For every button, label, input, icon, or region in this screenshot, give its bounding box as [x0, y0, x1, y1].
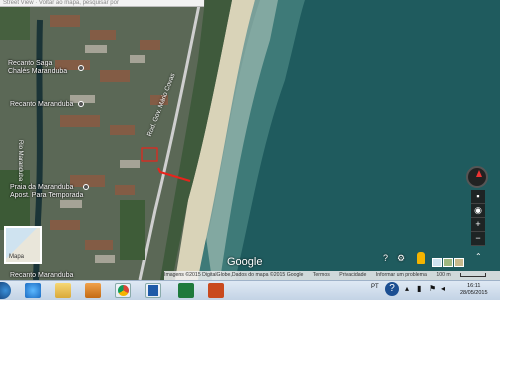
windows-taskbar: PT ? ▴ ▮ ⚑ ◂ 16:11 28/05/2015 [0, 280, 500, 300]
chrome-icon[interactable] [115, 283, 131, 298]
imagery-attribution: Imagens ©2015 DigitalGlobe,Dados do mapa… [164, 272, 304, 278]
help-tray-icon[interactable]: ? [385, 282, 399, 296]
river-label: Rio Maranduba [17, 140, 23, 182]
scale-bar [460, 272, 487, 277]
place-label[interactable]: Recanto Saga Chalés Maranduba [8, 60, 67, 76]
windows-start-icon[interactable] [0, 282, 11, 299]
map-toggle-label: Mapa [9, 254, 25, 260]
clock-time: 16:11 [467, 283, 481, 289]
place-marker-icon[interactable] [78, 101, 84, 107]
media-player-icon[interactable] [85, 283, 101, 298]
place-label[interactable]: Recanto Maranduba [10, 272, 73, 280]
privacy-link[interactable]: Privacidade [339, 272, 366, 278]
place-label[interactable]: Recanto Maranduba [10, 101, 73, 109]
search-input[interactable]: Street View · Voltar ao mapa, pesquisar … [0, 0, 204, 7]
system-clock[interactable]: 16:11 28/05/2015 [460, 283, 488, 297]
pegman-icon[interactable] [417, 252, 425, 264]
satellite-imagery [0, 0, 500, 280]
settings-icon[interactable]: ⚙ [397, 253, 405, 264]
volume-icon[interactable]: ◂ [441, 284, 445, 293]
place-label[interactable]: Praia da Maranduba Apost. Para Temporada [10, 184, 83, 200]
report-problem-link[interactable]: Informar um problema [376, 272, 427, 278]
internet-explorer-icon[interactable] [25, 283, 41, 298]
language-indicator[interactable]: PT [371, 284, 379, 290]
tray-arrow-icon[interactable]: ▴ [405, 284, 409, 293]
scale-label: 100 m [436, 272, 451, 278]
zoom-in-button[interactable]: + [471, 218, 485, 232]
zoom-controls: ▪ ◉ + − [471, 190, 485, 246]
outlook-icon[interactable] [145, 283, 161, 298]
map-view-toggle[interactable]: Mapa [4, 226, 42, 264]
satellite-map[interactable]: Street View · Voltar ao mapa, pesquisar … [0, 0, 500, 280]
place-marker-icon[interactable] [83, 184, 89, 190]
compass-icon[interactable] [466, 166, 488, 188]
place-marker-icon[interactable] [78, 65, 84, 71]
file-explorer-icon[interactable] [55, 283, 71, 298]
imagery-thumbnails[interactable] [432, 254, 465, 272]
zoom-out-button[interactable]: − [471, 232, 485, 246]
help-icon[interactable]: ? [383, 253, 388, 263]
terms-link[interactable]: Termos [313, 272, 330, 278]
excel-icon[interactable] [178, 283, 194, 298]
presentation-icon[interactable] [208, 283, 224, 298]
clock-date: 28/05/2015 [460, 290, 488, 296]
rotate-button[interactable]: ◉ [471, 204, 485, 218]
google-logo: Google [227, 256, 263, 268]
network-icon[interactable]: ▮ [417, 284, 421, 293]
expand-icon[interactable]: ⌃ [475, 252, 482, 261]
tilt-button[interactable]: ▪ [471, 190, 485, 204]
map-footer: Imagens ©2015 DigitalGlobe,Dados do mapa… [164, 271, 500, 280]
flag-icon[interactable]: ⚑ [429, 284, 436, 293]
